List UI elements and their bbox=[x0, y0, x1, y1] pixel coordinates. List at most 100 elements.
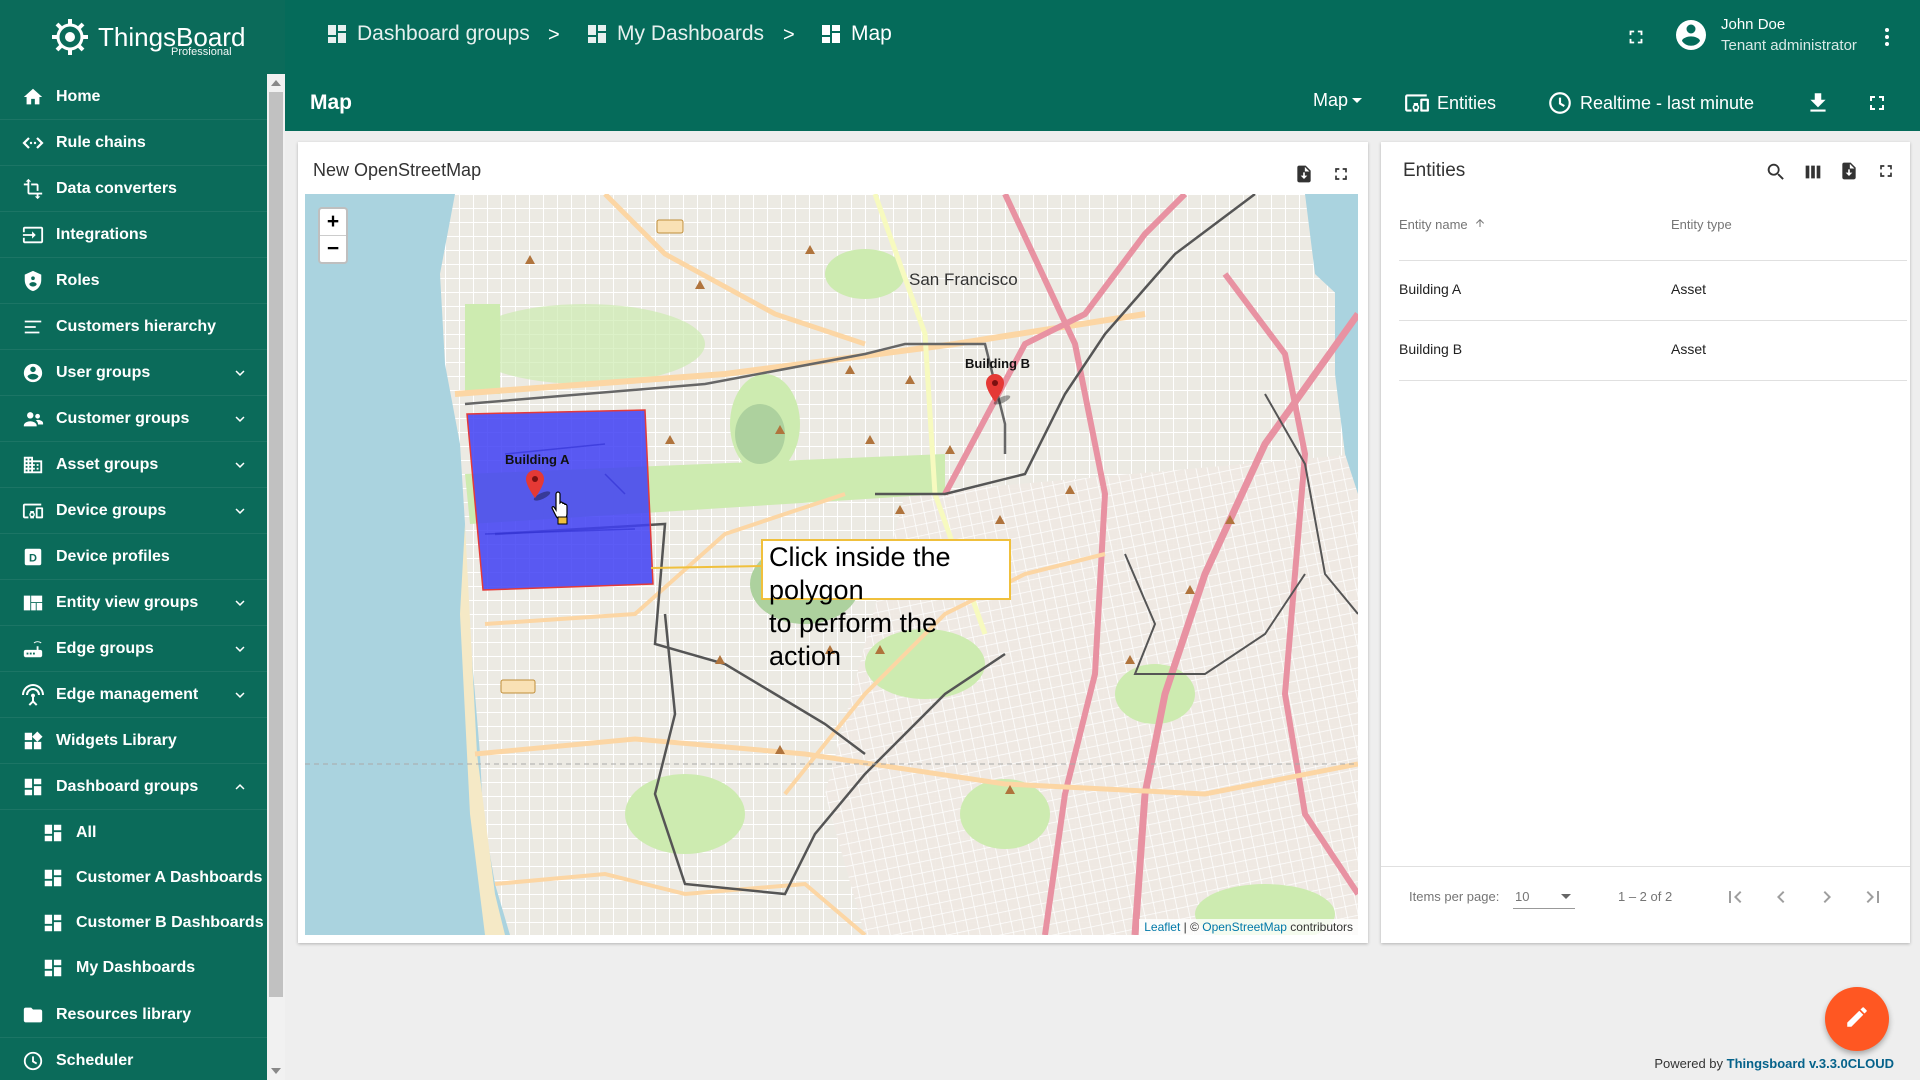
previous-page-icon[interactable] bbox=[1769, 885, 1793, 912]
attribution-suffix: contributors bbox=[1286, 920, 1353, 934]
sidebar-item-user-groups[interactable]: User groups bbox=[0, 350, 267, 396]
sidebar-item-roles[interactable]: Roles bbox=[0, 258, 267, 304]
scroll-down-arrow[interactable] bbox=[271, 1068, 281, 1074]
page-size-select[interactable]: 10 bbox=[1513, 885, 1575, 909]
entities-button[interactable]: Entities bbox=[1404, 90, 1496, 116]
fullscreen-icon[interactable] bbox=[1625, 26, 1647, 48]
breadcrumb-map: Map bbox=[819, 22, 892, 46]
marker-label-building-a: Building A bbox=[505, 452, 570, 467]
chevron-down-icon[interactable] bbox=[231, 594, 249, 612]
breadcrumb-label: My Dashboards bbox=[617, 22, 765, 45]
fullscreen-icon[interactable] bbox=[1331, 164, 1353, 186]
thingsboard-logo-icon bbox=[48, 15, 92, 59]
version-link[interactable]: Thingsboard v.3.3.0CLOUD bbox=[1727, 1056, 1894, 1071]
sidebar-subitem-customer-a-dashboards[interactable]: Customer A Dashboards bbox=[0, 855, 267, 900]
sidebar-item-device-groups[interactable]: Device groups bbox=[0, 488, 267, 534]
chevron-up-icon[interactable] bbox=[231, 778, 249, 796]
devices-other-icon bbox=[1404, 90, 1430, 116]
chevron-down-icon[interactable] bbox=[231, 456, 249, 474]
chevron-down-icon[interactable] bbox=[231, 410, 249, 428]
state-select[interactable]: Map bbox=[1313, 90, 1363, 111]
sidebar-item-customers-hierarchy[interactable]: Customers hierarchy bbox=[0, 304, 267, 350]
download-icon[interactable] bbox=[1805, 90, 1831, 116]
export-file-icon[interactable] bbox=[1294, 164, 1316, 186]
breadcrumb-dashboard-groups[interactable]: Dashboard groups bbox=[325, 22, 530, 46]
sidebar-subitem-customer-b-dashboards[interactable]: Customer B Dashboards bbox=[0, 900, 267, 945]
sidebar-item-widgets-library[interactable]: Widgets Library bbox=[0, 718, 267, 764]
shield-icon bbox=[20, 268, 46, 294]
page-size-value: 10 bbox=[1515, 889, 1530, 904]
paginator: Items per page: 10 1 – 2 of 2 bbox=[1381, 866, 1910, 926]
arrow-upward-icon bbox=[1474, 217, 1486, 232]
sidebar-item-label: My Dashboards bbox=[76, 958, 196, 976]
scroll-up-arrow[interactable] bbox=[271, 80, 281, 86]
user-menu[interactable]: John Doe Tenant administrator bbox=[1673, 14, 1857, 56]
city-label: San Francisco bbox=[909, 270, 1018, 289]
last-page-icon[interactable] bbox=[1861, 885, 1885, 912]
search-icon[interactable] bbox=[1765, 161, 1787, 183]
sidebar-item-label: Customer groups bbox=[56, 409, 190, 427]
map-canvas[interactable]: San Francisco Building B Building A + − … bbox=[305, 194, 1358, 935]
chevron-down-icon[interactable] bbox=[231, 686, 249, 704]
sidebar-item-customer-groups[interactable]: Customer groups bbox=[0, 396, 267, 442]
map-marker-icon[interactable] bbox=[985, 374, 1011, 406]
breadcrumb-my-dashboards[interactable]: My Dashboards bbox=[585, 22, 764, 46]
column-header-entity-type[interactable]: Entity type bbox=[1671, 217, 1732, 232]
map-marker-icon[interactable] bbox=[525, 470, 551, 502]
sidebar-item-dashboard-groups[interactable]: Dashboard groups bbox=[0, 764, 267, 810]
sidebar-scrollbar[interactable] bbox=[267, 74, 285, 1080]
svg-text:D: D bbox=[29, 552, 37, 564]
zoom-in-button[interactable]: + bbox=[320, 209, 346, 236]
openstreetmap-link[interactable]: OpenStreetMap bbox=[1202, 920, 1287, 934]
fullscreen-icon[interactable] bbox=[1865, 91, 1889, 115]
sidebar-item-label: Roles bbox=[56, 271, 100, 289]
sidebar-item-asset-groups[interactable]: Asset groups bbox=[0, 442, 267, 488]
sidebar-item-rule-chains[interactable]: Rule chains bbox=[0, 120, 267, 166]
page-range: 1 – 2 of 2 bbox=[1618, 889, 1673, 904]
chevron-down-icon[interactable] bbox=[231, 502, 249, 520]
router-icon bbox=[20, 636, 46, 662]
chevron-down-icon[interactable] bbox=[231, 640, 249, 658]
sidebar-item-entity-view-groups[interactable]: Entity view groups bbox=[0, 580, 267, 626]
sidebar-item-home[interactable]: Home bbox=[0, 74, 267, 120]
export-file-icon[interactable] bbox=[1839, 161, 1861, 183]
logo[interactable]: ThingsBoard Professional bbox=[0, 0, 285, 74]
first-page-icon[interactable] bbox=[1723, 885, 1747, 912]
sidebar-item-resources-library[interactable]: Resources library bbox=[0, 992, 267, 1038]
sidebar-item-integrations[interactable]: Integrations bbox=[0, 212, 267, 258]
cell-entity-name: Building B bbox=[1399, 341, 1463, 357]
state-select-value: Map bbox=[1313, 90, 1349, 110]
sidebar-subitem-my-dashboards[interactable]: My Dashboards bbox=[0, 945, 267, 990]
table-row[interactable]: Building B Asset bbox=[1399, 321, 1907, 381]
dashboard-icon bbox=[40, 955, 66, 981]
sidebar-item-label: User groups bbox=[56, 363, 151, 381]
sidebar-item-edge-management[interactable]: Edge management bbox=[0, 672, 267, 718]
sidebar-item-edge-groups[interactable]: Edge groups bbox=[0, 626, 267, 672]
arrow-drop-down-icon bbox=[1352, 98, 1363, 103]
action-tooltip: Click inside the polygon to perform the … bbox=[761, 539, 1011, 671]
scroll-thumb[interactable] bbox=[269, 92, 283, 997]
breadcrumb-label: Dashboard groups bbox=[357, 22, 530, 45]
domain-icon bbox=[20, 452, 46, 478]
dashboard-title: Map bbox=[310, 91, 352, 114]
sidebar-item-device-profiles[interactable]: D Device profiles bbox=[0, 534, 267, 580]
column-header-entity-name[interactable]: Entity name bbox=[1399, 217, 1486, 232]
top-bar: Dashboard groups > My Dashboards > Map J… bbox=[285, 0, 1920, 74]
cell-entity-type: Asset bbox=[1671, 341, 1707, 357]
leaflet-link[interactable]: Leaflet bbox=[1144, 920, 1180, 934]
sidebar-item-data-converters[interactable]: Data converters bbox=[0, 166, 267, 212]
sidebar-item-label: Device profiles bbox=[56, 547, 170, 565]
sidebar-subitem-all[interactable]: All bbox=[0, 810, 267, 855]
table-row[interactable]: Building A Asset bbox=[1399, 261, 1907, 321]
next-page-icon[interactable] bbox=[1815, 885, 1839, 912]
chevron-down-icon[interactable] bbox=[231, 364, 249, 382]
user-name: John Doe bbox=[1721, 16, 1786, 33]
edit-dashboard-button[interactable] bbox=[1825, 987, 1889, 1051]
entities-widget: Entities Entity name Entity type Buildin… bbox=[1381, 142, 1910, 943]
view-column-icon[interactable] bbox=[1802, 161, 1824, 183]
zoom-out-button[interactable]: − bbox=[320, 236, 346, 263]
more-vert-icon[interactable] bbox=[1875, 25, 1899, 49]
sidebar-item-scheduler[interactable]: Scheduler bbox=[0, 1038, 267, 1080]
timewindow-button[interactable]: Realtime - last minute bbox=[1547, 90, 1754, 116]
fullscreen-icon[interactable] bbox=[1876, 161, 1898, 183]
